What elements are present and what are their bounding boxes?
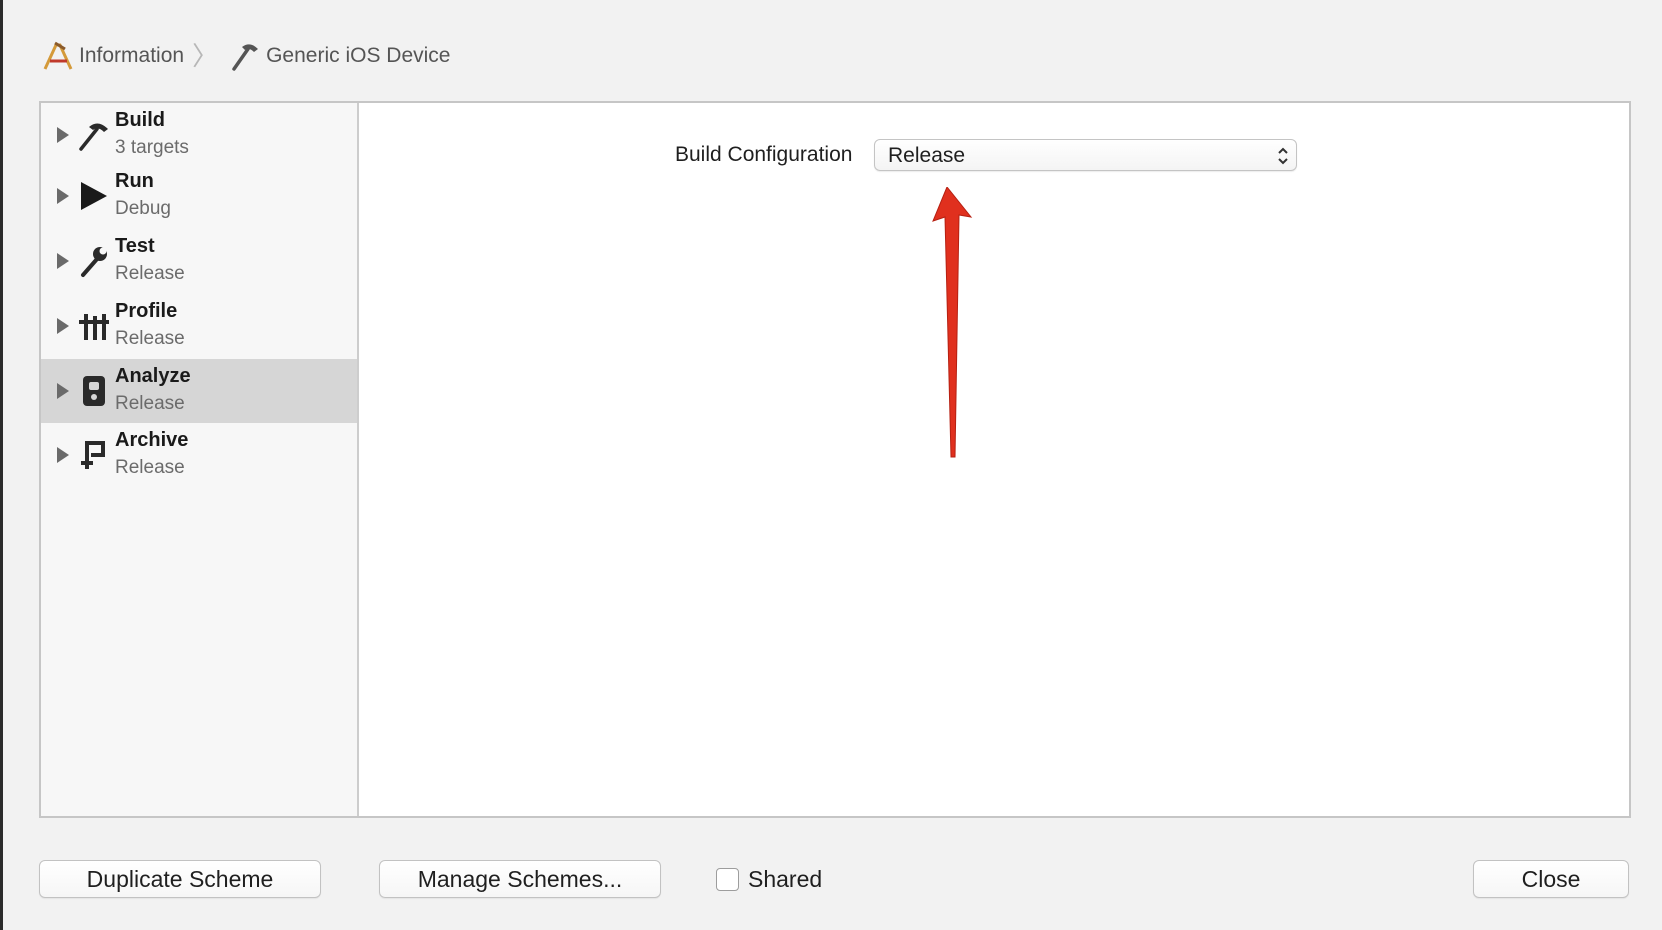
action-sidebar: Build 3 targets Run Debug Test Release P… (41, 103, 359, 816)
breadcrumb-label: Generic iOS Device (266, 44, 451, 67)
sidebar-item-test[interactable]: Test Release (41, 229, 357, 293)
duplicate-scheme-button[interactable]: Duplicate Scheme (39, 860, 321, 898)
shared-toggle[interactable]: Shared (716, 862, 822, 896)
hammer-icon (77, 117, 111, 153)
sidebar-item-subtitle: Debug (115, 198, 171, 219)
sidebar-item-profile[interactable]: Profile Release (41, 294, 357, 358)
breadcrumb-item-device[interactable]: Generic iOS Device (228, 39, 450, 73)
analyze-icon (77, 373, 111, 409)
updown-chevron-icon (1276, 145, 1290, 167)
disclosure-triangle-icon[interactable] (57, 127, 69, 143)
archive-icon (77, 437, 111, 473)
disclosure-triangle-icon[interactable] (57, 188, 69, 204)
sidebar-item-subtitle: Release (115, 393, 185, 414)
build-configuration-value: Release (888, 144, 966, 167)
gauge-icon (77, 308, 111, 344)
sidebar-item-title: Build (115, 109, 165, 131)
breadcrumb-item-information[interactable]: Information (41, 39, 184, 73)
sidebar-item-run[interactable]: Run Debug (41, 164, 357, 228)
sidebar-item-title: Test (115, 235, 155, 257)
build-configuration-label: Build Configuration (675, 143, 853, 166)
close-button[interactable]: Close (1473, 860, 1629, 898)
red-annotation-arrow-icon (932, 187, 973, 458)
sidebar-item-title: Run (115, 170, 154, 192)
disclosure-triangle-icon[interactable] (57, 447, 69, 463)
wrench-icon (77, 243, 111, 279)
sidebar-item-build[interactable]: Build 3 targets (41, 103, 357, 167)
sidebar-item-title: Profile (115, 300, 178, 322)
disclosure-triangle-icon[interactable] (57, 318, 69, 334)
scheme-panel: Build 3 targets Run Debug Test Release P… (39, 101, 1631, 818)
disclosure-triangle-icon[interactable] (57, 253, 69, 269)
shared-checkbox[interactable] (716, 867, 739, 891)
action-detail-pane: Build Configuration Release (359, 103, 1629, 816)
app-icon (41, 39, 75, 73)
sidebar-item-analyze[interactable]: Analyze Release (41, 359, 357, 423)
sidebar-item-subtitle: Release (115, 263, 185, 284)
breadcrumb: Information 〉 Generic iOS Device (41, 38, 450, 74)
breadcrumb-separator-icon: 〉 (192, 41, 219, 71)
shared-label: Shared (748, 865, 823, 892)
hammer-icon (228, 39, 262, 73)
disclosure-triangle-icon[interactable] (57, 383, 69, 399)
scheme-editor-window: Information 〉 Generic iOS Device Build 3… (3, 0, 1662, 930)
sidebar-item-subtitle: Release (115, 328, 185, 349)
build-configuration-select[interactable]: Release (874, 139, 1297, 171)
manage-schemes-button[interactable]: Manage Schemes... (379, 860, 661, 898)
sidebar-item-subtitle: 3 targets (115, 137, 189, 158)
sidebar-item-title: Archive (115, 429, 189, 451)
sidebar-item-archive[interactable]: Archive Release (41, 423, 357, 487)
sidebar-item-subtitle: Release (115, 457, 185, 478)
play-icon (77, 178, 111, 214)
breadcrumb-label: Information (79, 44, 185, 67)
sidebar-item-title: Analyze (115, 365, 191, 387)
